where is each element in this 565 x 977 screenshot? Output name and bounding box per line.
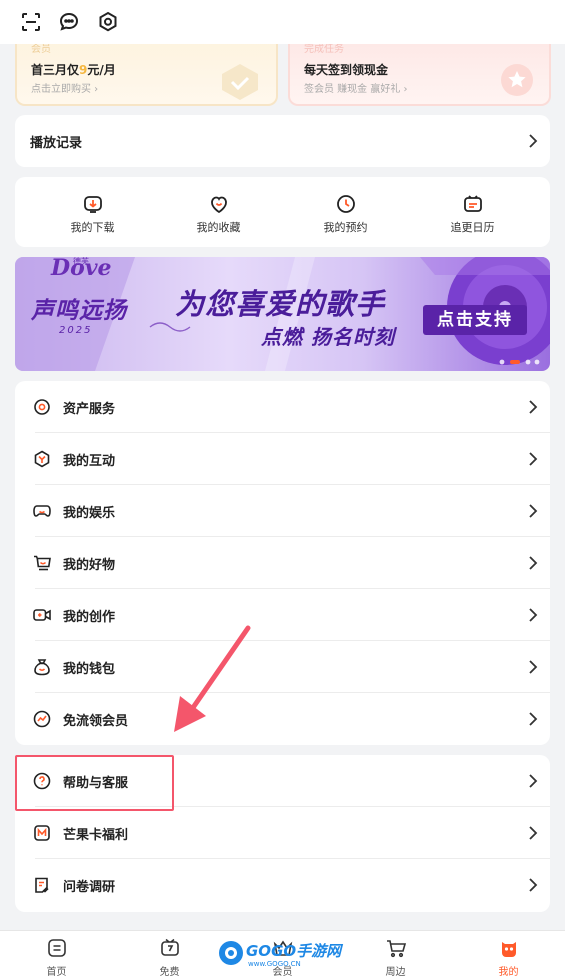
data-free-icon: [33, 710, 51, 728]
tab-home[interactable]: 首页: [0, 931, 113, 977]
message-icon[interactable]: [57, 10, 81, 34]
interaction-icon: [34, 450, 50, 468]
calendar-icon: [464, 195, 482, 212]
menu-label: 芒果卡福利: [63, 827, 129, 843]
banner-cta-button[interactable]: 点击支持: [423, 305, 527, 335]
gamepad-icon: [33, 505, 51, 517]
vip-promo-card[interactable]: 会员 首三月仅9元/月 点击立即购买 ›: [15, 40, 278, 106]
chevron-right-icon: [529, 400, 538, 414]
menu-label: 我的娱乐: [63, 505, 116, 521]
tab-profile[interactable]: 我的: [452, 931, 565, 977]
video-create-icon: [33, 609, 51, 621]
cart-icon: [34, 555, 51, 571]
watermark-text: GOGO手游网: [246, 942, 342, 960]
watermark-logo-icon: [219, 941, 243, 965]
coin-decoration-icon: [501, 64, 533, 96]
menu-row-assets[interactable]: 资产服务: [15, 381, 550, 433]
quick-actions-card: 我的下载 我的收藏 我的预约 追更日历: [15, 177, 550, 247]
menu-row-mango-card[interactable]: 芒果卡福利: [15, 807, 550, 859]
chevron-right-icon: [529, 452, 538, 466]
quick-action-favorites[interactable]: 我的收藏: [152, 177, 285, 247]
menu-label: 我的钱包: [63, 661, 116, 677]
ad-banner[interactable]: Dove 德芙 声鸣远扬 2025 为您喜爱的歌手 点燃 扬名时刻 点击支持: [15, 257, 550, 371]
menu-row-data-free[interactable]: 免流领会员: [15, 693, 550, 745]
home-icon: [48, 939, 66, 957]
menu-label: 我的互动: [63, 453, 116, 469]
menu-row-interaction[interactable]: 我的互动: [15, 433, 550, 485]
chevron-right-icon: [529, 878, 538, 892]
chevron-right-icon: [529, 660, 538, 674]
clock-icon: [337, 195, 355, 213]
menu-group-main: 资产服务 我的互动 我的娱乐 我的好物 我的创作 我的钱包 免流领会员: [15, 381, 550, 745]
banner-year: 2025: [59, 325, 93, 336]
menu-label: 免流领会员: [63, 713, 129, 729]
play-history-label: 播放记录: [30, 135, 83, 151]
menu-row-creation[interactable]: 我的创作: [15, 589, 550, 641]
menu-label: 问卷调研: [63, 879, 116, 895]
menu-row-entertainment[interactable]: 我的娱乐: [15, 485, 550, 537]
banner-subline: 点燃 扬名时刻: [261, 325, 395, 349]
tab-label: 周边: [385, 967, 406, 977]
survey-icon: [35, 877, 49, 893]
quick-action-label: 我的预约: [323, 221, 368, 234]
highlight-box: [15, 755, 174, 811]
menu-label: 我的好物: [63, 557, 116, 573]
menu-row-goods[interactable]: 我的好物: [15, 537, 550, 589]
chevron-right-icon: [529, 556, 538, 570]
quick-action-download[interactable]: 我的下载: [26, 177, 159, 247]
quick-action-reservations[interactable]: 我的预约: [279, 177, 412, 247]
chevron-right-icon: [529, 826, 538, 840]
banner-brand-sub: 德芙: [73, 257, 89, 266]
badge-decoration-icon: [222, 64, 258, 100]
menu-label: 我的创作: [63, 609, 116, 625]
quick-action-calendar[interactable]: 追更日历: [406, 177, 539, 247]
wallet-icon: [34, 659, 50, 676]
promo-row: 会员 首三月仅9元/月 点击立即购买 › 完成任务 每天签到领现金 签会员 赚现…: [15, 40, 551, 106]
banner-campaign: 声鸣远扬: [31, 298, 127, 324]
menu-row-survey[interactable]: 问卷调研: [15, 859, 550, 911]
shop-icon: [387, 940, 407, 958]
annotation-arrow-icon: [174, 625, 251, 732]
scan-icon[interactable]: [19, 10, 43, 34]
promo-subtitle: 签会员 赚现金 赢好礼 ›: [304, 84, 408, 95]
settings-icon[interactable]: [96, 10, 120, 34]
promo-title: 每天签到领现金: [304, 63, 389, 77]
quick-action-label: 我的收藏: [196, 221, 241, 234]
tab-label: 免费: [159, 967, 180, 977]
chevron-right-icon: [529, 774, 538, 788]
heart-icon: [211, 196, 227, 214]
coin-icon: [34, 399, 50, 415]
play-history-card[interactable]: 播放记录: [15, 115, 550, 167]
watermark-url: www.GOGO.CN: [248, 960, 301, 968]
download-icon: [84, 196, 102, 213]
tab-shop[interactable]: 周边: [339, 931, 452, 977]
play-history-row[interactable]: 播放记录: [15, 115, 550, 167]
checkin-promo-card[interactable]: 完成任务 每天签到领现金 签会员 赚现金 赢好礼 ›: [288, 40, 551, 106]
tab-label: 我的: [498, 967, 519, 977]
chevron-right-icon: [529, 608, 538, 622]
banner-headline: 为您喜爱的歌手: [175, 287, 386, 321]
quick-action-label: 我的下载: [70, 221, 115, 234]
chevron-right-icon: [529, 712, 538, 726]
top-bar: [0, 0, 565, 44]
profile-icon: [502, 942, 516, 957]
tab-free[interactable]: 免费: [113, 931, 226, 977]
mango-card-icon: [34, 825, 50, 841]
chevron-right-icon: [529, 134, 538, 148]
menu-row-wallet[interactable]: 我的钱包: [15, 641, 550, 693]
promo-title: 首三月仅9元/月: [31, 63, 116, 77]
promo-subtitle: 点击立即购买 ›: [31, 84, 99, 95]
chevron-right-icon: [529, 504, 538, 518]
quick-action-label: 追更日历: [450, 221, 495, 234]
menu-label: 资产服务: [63, 401, 116, 417]
tab-label: 首页: [46, 967, 67, 977]
tv-icon: [161, 938, 179, 956]
